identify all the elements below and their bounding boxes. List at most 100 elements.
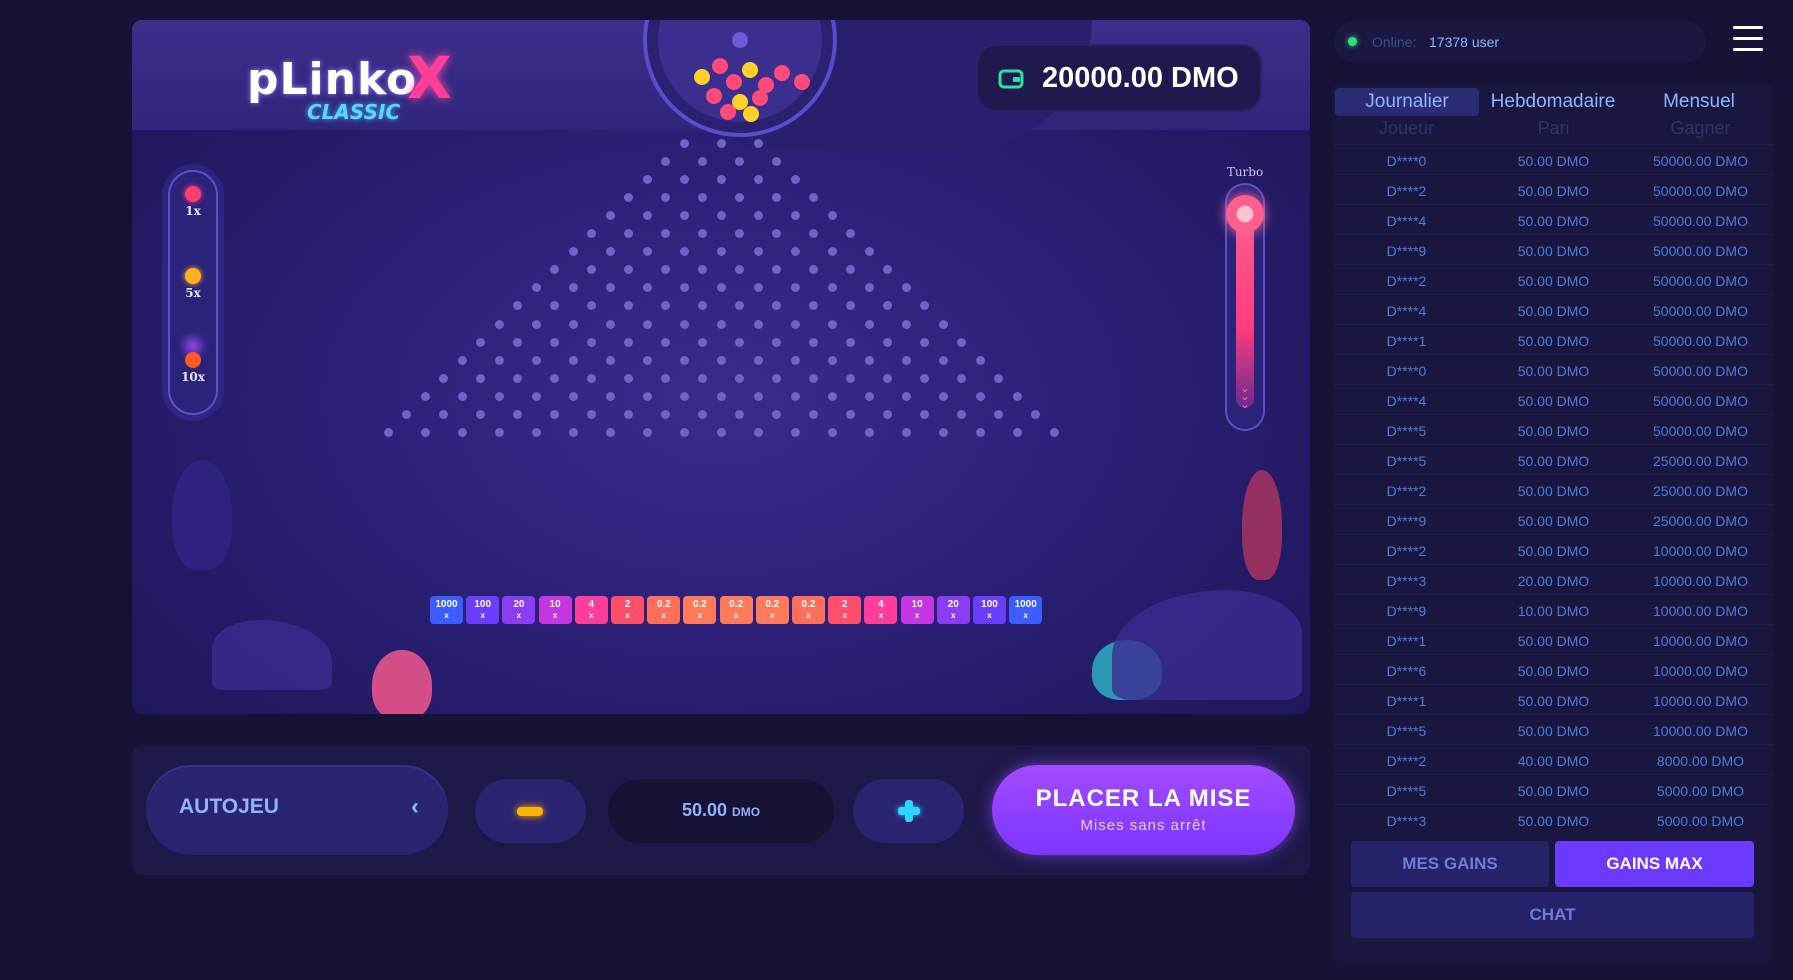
peg xyxy=(846,410,855,419)
peg xyxy=(994,410,1003,419)
decrease-bet-button[interactable] xyxy=(475,779,586,843)
slot-unit: x xyxy=(516,611,522,620)
peg xyxy=(568,391,578,401)
autoplay-button[interactable]: AUTOJEU ‹ xyxy=(146,765,448,855)
cell-bet: 50.00 DMO xyxy=(1517,693,1590,709)
slot-value: 1000 xyxy=(435,599,458,610)
slot-value: 0.2 xyxy=(692,599,707,610)
peg xyxy=(883,373,892,383)
max-gains-button[interactable]: GAINS MAX xyxy=(1555,841,1754,887)
peg xyxy=(587,373,596,383)
cell-bet: 50.00 DMO xyxy=(1517,273,1590,289)
slot-value: 0.2 xyxy=(765,599,780,610)
peg xyxy=(735,156,744,166)
peg xyxy=(679,283,689,293)
online-users: Online: 17378 user xyxy=(1334,22,1706,62)
cell-win: 50000.00 DMO xyxy=(1653,243,1748,259)
cell-player: D****9 xyxy=(1386,243,1427,259)
peg xyxy=(679,138,689,148)
peg xyxy=(975,355,985,365)
cell-player: D****3 xyxy=(1386,573,1427,589)
peg xyxy=(920,301,929,311)
peg xyxy=(827,319,837,329)
peg xyxy=(920,373,929,383)
peg xyxy=(457,391,467,401)
peg xyxy=(716,174,726,184)
cell-win: 50000.00 DMO xyxy=(1653,303,1748,319)
peg xyxy=(624,265,633,275)
peg xyxy=(698,373,707,383)
slot-value: 20 xyxy=(947,599,959,610)
chat-button[interactable]: CHAT xyxy=(1351,892,1754,938)
peg xyxy=(698,265,707,275)
peg xyxy=(716,391,726,401)
peg xyxy=(827,210,837,220)
peg xyxy=(679,355,689,365)
table-row: D****2 50.00 DMO 50000.00 DMO xyxy=(1333,174,1773,204)
peg xyxy=(698,192,707,202)
peg xyxy=(476,373,485,383)
cell-bet: 50.00 DMO xyxy=(1517,813,1590,829)
cell-bet: 50.00 DMO xyxy=(1517,663,1590,679)
peg xyxy=(679,210,689,220)
cell-player: D****9 xyxy=(1386,603,1427,619)
tab-journalier[interactable]: Journalier xyxy=(1335,88,1479,116)
peg xyxy=(753,355,763,365)
peg xyxy=(753,247,763,257)
bet-amount-field[interactable]: 50.00 DMO xyxy=(608,779,834,843)
peg xyxy=(735,410,744,419)
multiplier-slot: 4x xyxy=(574,596,608,624)
table-row: D****5 50.00 DMO 10000.00 DMO xyxy=(1333,714,1773,744)
cell-bet: 50.00 DMO xyxy=(1517,423,1590,439)
tab-mensuel[interactable]: Mensuel xyxy=(1627,88,1771,116)
peg xyxy=(716,138,726,148)
cell-player: D****5 xyxy=(1386,453,1427,469)
cell-bet: 50.00 DMO xyxy=(1517,213,1590,229)
peg xyxy=(809,410,818,419)
peg xyxy=(605,391,615,401)
peg xyxy=(864,391,874,401)
peg xyxy=(439,373,448,383)
slot-value: 0.2 xyxy=(801,599,816,610)
increase-bet-button[interactable] xyxy=(853,779,964,843)
peg xyxy=(1012,428,1022,438)
cell-player: D****5 xyxy=(1386,723,1427,739)
table-row: D****5 50.00 DMO 50000.00 DMO xyxy=(1333,414,1773,444)
slot-value: 0.2 xyxy=(729,599,744,610)
peg xyxy=(642,391,652,401)
cell-win: 50000.00 DMO xyxy=(1653,183,1748,199)
multiplier-slot: 0.2 x xyxy=(647,596,681,624)
cell-bet: 50.00 DMO xyxy=(1517,483,1590,499)
cell-bet: 50.00 DMO xyxy=(1517,633,1590,649)
peg xyxy=(698,301,707,311)
cell-player: D****1 xyxy=(1386,693,1427,709)
place-bet-button[interactable]: PLACER LA MISE Mises sans arrêt xyxy=(992,765,1295,855)
peg xyxy=(568,247,578,257)
cell-player: D****2 xyxy=(1386,273,1427,289)
peg xyxy=(661,156,670,166)
peg xyxy=(901,428,911,438)
peg xyxy=(753,210,763,220)
my-gains-button[interactable]: MES GAINS xyxy=(1351,841,1549,887)
peg xyxy=(772,156,781,166)
cell-player: D****2 xyxy=(1386,483,1427,499)
peg xyxy=(642,210,652,220)
peg xyxy=(605,210,615,220)
peg xyxy=(642,174,652,184)
peg xyxy=(605,355,615,365)
peg xyxy=(513,410,522,419)
hamburger-menu-icon[interactable] xyxy=(1733,26,1763,51)
peg xyxy=(864,283,874,293)
peg xyxy=(790,428,800,438)
peg xyxy=(753,391,763,401)
slot-value: 4 xyxy=(878,599,884,610)
slot-unit: x xyxy=(552,611,558,620)
tab-hebdomadaire[interactable]: Hebdomadaire xyxy=(1481,88,1625,116)
multiplier-slot: 1000 x xyxy=(1009,596,1043,624)
table-row: D****1 50.00 DMO 50000.00 DMO xyxy=(1333,324,1773,354)
slot-unit: x xyxy=(625,611,630,620)
peg xyxy=(883,410,892,419)
col-player: Joueur xyxy=(1378,118,1435,138)
peg xyxy=(735,373,744,383)
peg xyxy=(716,210,726,220)
